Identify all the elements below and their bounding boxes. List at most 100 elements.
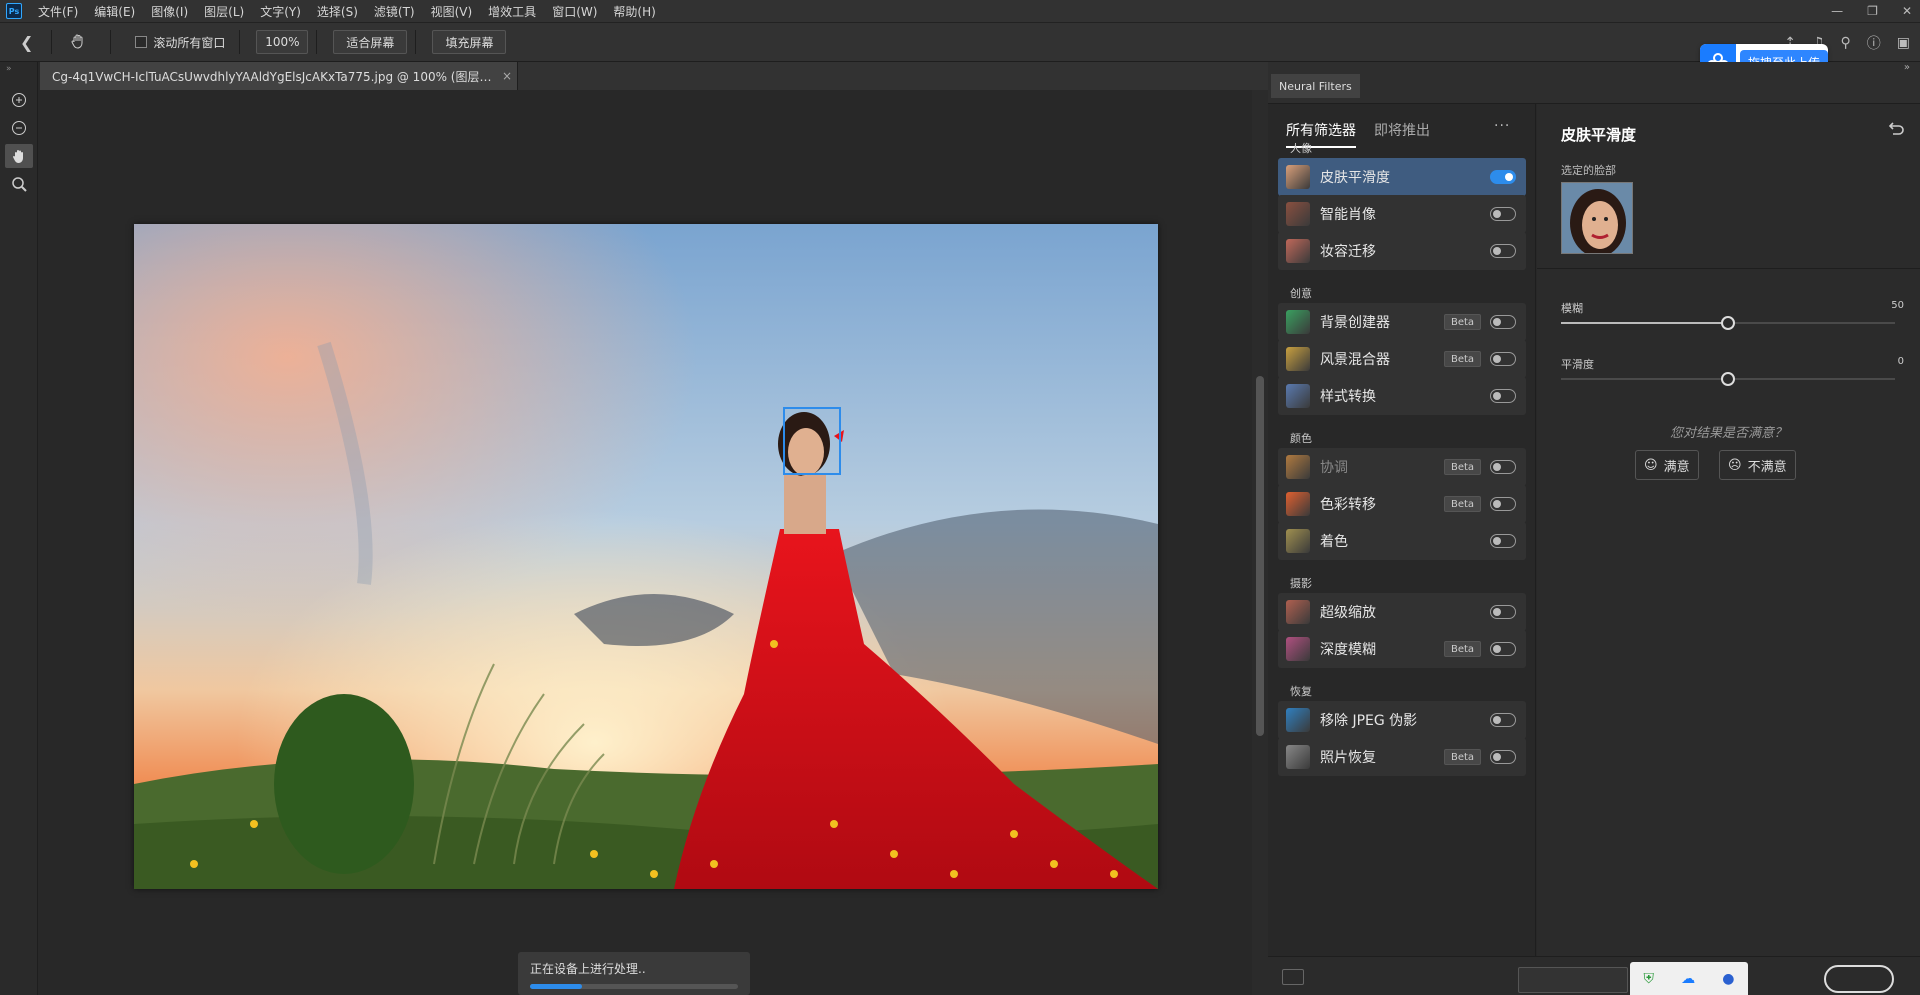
category-photography: 摄影 [1290, 577, 1312, 590]
blur-slider-thumb[interactable] [1721, 316, 1735, 330]
menu-bar: Ps 文件(F) 编辑(E) 图像(I) 图层(L) 文字(Y) 选择(S) 滤镜(T) 视图… [0, 0, 1920, 22]
feedback-question: 您对结果是否满意？ [1669, 426, 1787, 441]
filter-toggle[interactable] [1490, 642, 1516, 656]
menu-item-8[interactable]: 增效工具 [480, 3, 544, 20]
filter-toggle[interactable] [1490, 605, 1516, 619]
menu-item-1[interactable]: 编辑(E) [86, 3, 143, 20]
filter-row[interactable]: 深度模糊 Beta [1278, 630, 1526, 668]
filter-toggle[interactable] [1490, 497, 1516, 511]
filter-toggle[interactable] [1490, 389, 1516, 403]
filter-row[interactable]: 背景创建器 Beta [1278, 303, 1526, 341]
fill-screen-button[interactable]: 填充屏幕 [432, 30, 507, 54]
menu-item-2[interactable]: 图像(I) [143, 3, 196, 20]
filter-row[interactable]: 超级缩放 [1278, 593, 1526, 631]
menu-item-10[interactable]: 帮助(H) [605, 3, 663, 20]
satisfied-button[interactable]: ☺ 满意 [1635, 450, 1699, 480]
menu-item-0[interactable]: 文件(F) [30, 3, 86, 20]
smoothness-slider-thumb[interactable] [1721, 372, 1735, 386]
cancel-button[interactable] [1824, 965, 1894, 993]
satisfied-label: 满意 [1663, 459, 1690, 475]
filter-toggle[interactable] [1490, 170, 1516, 184]
output-dropdown[interactable] [1518, 967, 1628, 993]
close-tab-icon[interactable]: × [502, 69, 512, 83]
zoom-out-icon[interactable] [5, 116, 33, 140]
processing-text: 正在设备上进行处理.. [530, 962, 646, 976]
category-creative: 创意 [1290, 287, 1312, 300]
restore-icon[interactable]: ❐ [1867, 4, 1878, 18]
filter-row[interactable]: 色彩转移 Beta [1278, 485, 1526, 523]
filter-row[interactable]: 风景混合器 Beta [1278, 340, 1526, 378]
filter-row[interactable]: 照片恢复 Beta [1278, 738, 1526, 776]
zoom-value-field[interactable]: 100% [256, 30, 309, 54]
beta-badge: Beta [1444, 749, 1482, 765]
scroll-all-checkbox[interactable] [135, 36, 148, 48]
filter-toggle[interactable] [1490, 534, 1516, 548]
filter-thumbnail-icon [1286, 600, 1310, 624]
vertical-scrollbar[interactable] [1252, 90, 1268, 995]
filter-thumbnail-icon [1286, 239, 1310, 263]
filter-row[interactable]: 皮肤平滑度 [1278, 158, 1526, 196]
back-chevron-icon[interactable]: ❮ [20, 33, 33, 52]
filter-thumbnail-icon [1286, 492, 1310, 516]
layer-icon[interactable] [1282, 969, 1304, 985]
face-thumbnail[interactable] [1561, 182, 1633, 254]
cloud-icon[interactable]: ☁ [1681, 971, 1695, 987]
menu-item-7[interactable]: 视图(V) [423, 3, 481, 20]
smoothness-slider[interactable] [1561, 372, 1895, 386]
tab-neural-filters[interactable]: Neural Filters [1271, 74, 1360, 98]
tab-coming-soon[interactable]: 即将推出 [1374, 120, 1430, 148]
filter-label: 着色 [1320, 534, 1348, 550]
filter-label: 样式转换 [1320, 389, 1376, 405]
filter-thumbnail-icon [1286, 202, 1310, 226]
scrollbar-thumb[interactable] [1256, 376, 1264, 736]
expand-icon[interactable]: » [0, 62, 37, 74]
workspace-icon[interactable]: ▣ [1897, 35, 1910, 51]
filter-thumbnail-icon [1286, 165, 1310, 189]
filter-toggle[interactable] [1490, 750, 1516, 764]
zoom-in-icon[interactable] [5, 88, 33, 112]
filter-row[interactable]: 样式转换 [1278, 377, 1526, 415]
filter-toggle[interactable] [1490, 315, 1516, 329]
canvas-area[interactable] [40, 90, 1268, 995]
zoom-tool-icon[interactable] [5, 172, 33, 196]
collapse-icon[interactable]: » [1904, 62, 1910, 73]
divider [316, 30, 318, 54]
close-icon[interactable]: ✕ [1902, 4, 1912, 18]
more-options-icon[interactable]: ··· [1494, 118, 1510, 134]
panel-header: Neural Filters » [1268, 62, 1920, 104]
menu-item-6[interactable]: 滤镜(T) [366, 3, 423, 20]
filter-row[interactable]: 智能肖像 [1278, 195, 1526, 233]
filter-row[interactable]: 着色 [1278, 522, 1526, 560]
minimize-icon[interactable]: — [1831, 4, 1843, 18]
filter-label: 皮肤平滑度 [1320, 170, 1390, 186]
document-tab[interactable]: Cg-4q1VwCH-IclTuACsUwvdhlyYAAldYgElsJcAK… [40, 62, 518, 90]
filter-thumbnail-icon [1286, 529, 1310, 553]
filter-toggle[interactable] [1490, 713, 1516, 727]
menu-item-9[interactable]: 窗口(W) [544, 3, 605, 20]
reset-icon[interactable] [1887, 122, 1905, 139]
filter-toggle[interactable] [1490, 244, 1516, 258]
menu-item-4[interactable]: 文字(Y) [252, 3, 309, 20]
hand-tool-icon[interactable] [4, 144, 33, 168]
filter-row[interactable]: 妆容迁移 [1278, 232, 1526, 270]
menu-item-3[interactable]: 图层(L) [196, 3, 252, 20]
help-icon[interactable]: ⓘ [1867, 33, 1881, 53]
beta-badge: Beta [1444, 459, 1482, 475]
filter-thumbnail-icon [1286, 347, 1310, 371]
filter-toggle[interactable] [1490, 207, 1516, 221]
document-image [134, 224, 1158, 889]
filter-row[interactable]: 协调 Beta [1278, 448, 1526, 486]
scroll-all-label: 滚动所有窗口 [153, 35, 226, 50]
filter-toggle[interactable] [1490, 352, 1516, 366]
unsatisfied-button[interactable]: ☹ 不满意 [1719, 450, 1796, 480]
fit-screen-button[interactable]: 适合屏幕 [333, 30, 408, 54]
mic-icon[interactable]: ● [1722, 971, 1734, 987]
hand-tool-icon[interactable] [70, 33, 86, 52]
shield-icon[interactable]: ⛨ [1644, 971, 1655, 987]
filter-toggle[interactable] [1490, 460, 1516, 474]
search-icon[interactable]: ⚲ [1841, 35, 1851, 51]
blur-slider[interactable] [1561, 316, 1895, 330]
filter-row[interactable]: 移除 JPEG 伪影 [1278, 701, 1526, 739]
beta-badge: Beta [1444, 314, 1482, 330]
menu-item-5[interactable]: 选择(S) [309, 3, 366, 20]
